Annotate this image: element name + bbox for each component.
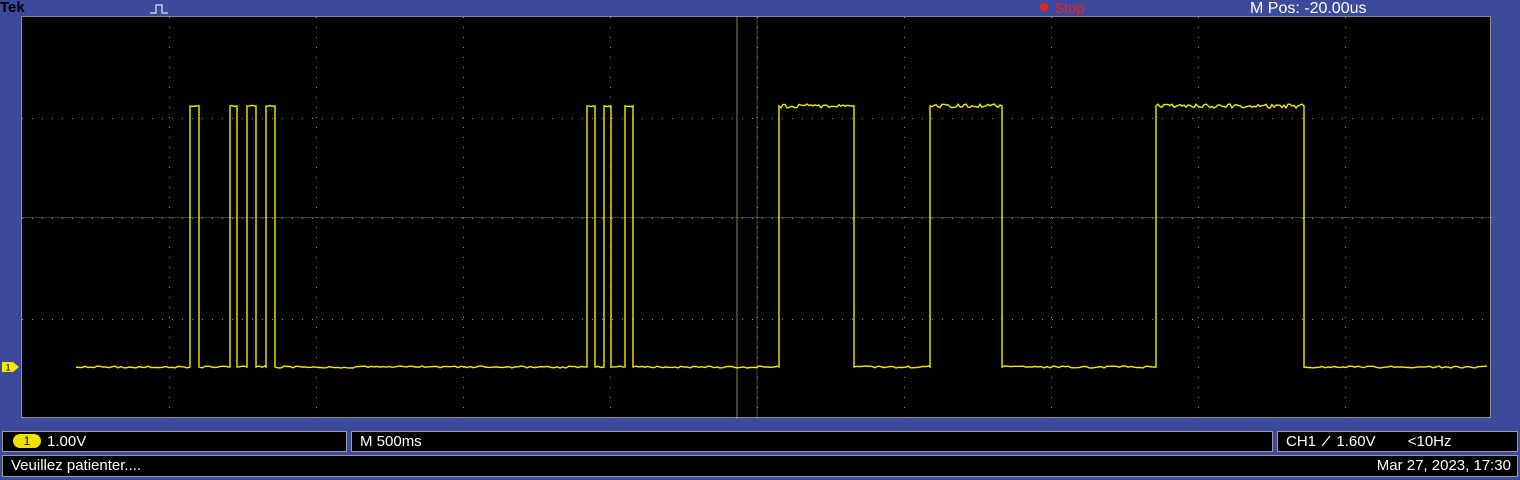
ch1-waveform	[76, 104, 1487, 368]
trigger-frequency: <10Hz	[1408, 433, 1452, 450]
tek-brand: Tek	[0, 0, 25, 16]
scope-display[interactable]	[21, 16, 1491, 418]
status-bar: Veuillez patienter.... Mar 27, 2023, 17:…	[2, 455, 1518, 477]
trigger-source: CH1	[1286, 433, 1316, 450]
svg-text:1: 1	[5, 363, 10, 373]
stop-status-icon	[1040, 3, 1048, 11]
status-datetime: Mar 27, 2023, 17:30	[1377, 456, 1511, 475]
ch1-badge: 1	[13, 434, 41, 448]
ch1-ground-marker[interactable]: 1	[0, 361, 20, 373]
trigger-level: 1.60V	[1336, 433, 1375, 450]
trigger-readout[interactable]: CH1 1.60V <10Hz	[1277, 431, 1518, 452]
rising-edge-icon	[1321, 435, 1331, 447]
volts-per-div: 1.00V	[47, 433, 86, 450]
status-message: Veuillez patienter....	[11, 457, 141, 474]
timebase-readout[interactable]: M 500ms	[351, 431, 1273, 452]
graticule	[22, 17, 1492, 419]
channel-scale-readout[interactable]: 1 1.00V	[2, 431, 347, 452]
pulse-trigger-icon	[148, 1, 170, 15]
time-per-div: M 500ms	[360, 433, 422, 450]
